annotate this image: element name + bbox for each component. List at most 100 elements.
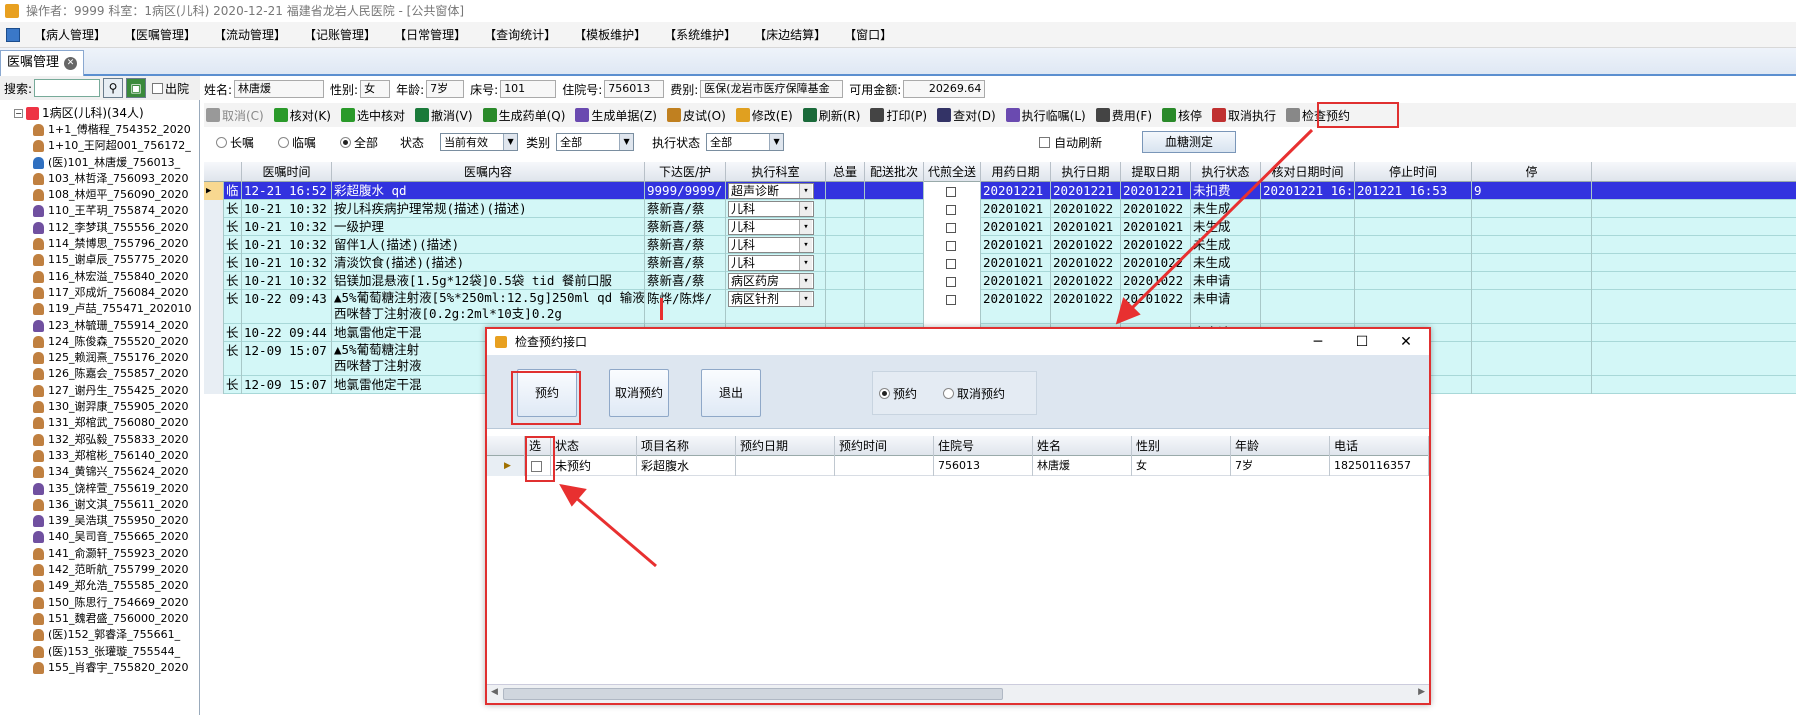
maximize-icon[interactable]: ☐ xyxy=(1353,333,1371,351)
toolbar-button[interactable]: 皮试(O) xyxy=(666,107,726,124)
temp-order-radio[interactable] xyxy=(278,136,290,148)
dept-select[interactable]: 病区针剂 xyxy=(728,291,814,307)
toolbar-button[interactable]: 修改(E) xyxy=(735,107,793,124)
column-header[interactable]: 停 xyxy=(1472,162,1592,182)
scroll-left-icon[interactable]: ◀ xyxy=(491,687,498,697)
delivery-checkbox[interactable] xyxy=(946,276,956,287)
patient-node[interactable]: 108_林烜平_756090_2020 xyxy=(0,187,200,203)
delivery-checkbox[interactable] xyxy=(946,258,956,269)
order-row[interactable]: 长10-21 10:32按儿科疾病护理常规(描述)(描述)蔡新喜/蔡儿科 2020… xyxy=(204,200,1796,218)
patient-node[interactable]: 123_林毓珊_755914_2020 xyxy=(0,318,200,334)
dept-select[interactable]: 病区药房 xyxy=(728,273,814,289)
menu-item[interactable]: 【模板维护】 xyxy=(574,26,646,43)
patient-node[interactable]: 116_林宏溢_755840_2020 xyxy=(0,269,200,285)
patient-node[interactable]: 114_禁博思_755796_2020 xyxy=(0,236,200,252)
patient-node[interactable]: 149_郑允浩_755585_2020 xyxy=(0,578,200,594)
order-row[interactable]: ▶临12-21 16:52彩超腹水 qd9999/9999/超声诊断 202012… xyxy=(204,182,1796,200)
toolbar-button[interactable]: 生成单据(Z) xyxy=(575,107,657,124)
patient-node[interactable]: 130_谢羿康_755905_2020 xyxy=(0,399,200,415)
scroll-right-icon[interactable]: ▶ xyxy=(1418,687,1425,697)
patient-node[interactable]: 1+10_王阿超001_756172_ xyxy=(0,138,200,154)
patient-node[interactable]: 126_陈嘉会_755857_2020 xyxy=(0,366,200,382)
menu-item[interactable]: 【查询统计】 xyxy=(484,26,556,43)
column-header[interactable]: 医嘱内容 xyxy=(332,162,645,182)
patient-node[interactable]: 150_陈思行_754669_2020 xyxy=(0,595,200,611)
column-header[interactable]: 代煎全送 xyxy=(924,162,981,182)
column-header[interactable]: 电话 xyxy=(1330,436,1429,456)
toolbar-button[interactable]: 刷新(R) xyxy=(802,107,860,124)
order-row[interactable]: 长10-21 10:32一级护理蔡新喜/蔡儿科20201021202010212… xyxy=(204,218,1796,236)
patient-node[interactable]: 141_俞灏轩_755923_2020 xyxy=(0,546,200,562)
order-row[interactable]: 长 10-22 09:43 ▲5%葡萄糖注射液[5%*250ml:12.5g]250… xyxy=(204,290,1796,324)
column-header[interactable]: 预约时间 xyxy=(835,436,934,456)
refresh-icon[interactable]: ▣ xyxy=(126,78,147,98)
column-header[interactable]: 执行科室 xyxy=(726,162,826,182)
status-select[interactable]: 当前有效 ▼ xyxy=(440,133,519,151)
menu-item[interactable]: 【流动管理】 xyxy=(214,26,286,43)
patient-node[interactable]: 110_王芊玥_755874_2020 xyxy=(0,203,200,219)
patient-node[interactable]: 155_肖睿宇_755820_2020 xyxy=(0,660,200,676)
menu-item[interactable]: 【记账管理】 xyxy=(304,26,376,43)
exit-button[interactable]: 退出 xyxy=(701,369,761,417)
order-row[interactable]: 长10-21 10:32留伴1人(描述)(描述)蔡新喜/蔡儿科202010212… xyxy=(204,236,1796,254)
patient-node[interactable]: 151_魏君盛_756000_2020 xyxy=(0,611,200,627)
column-header[interactable]: 总量 xyxy=(826,162,865,182)
patient-node[interactable]: 136_谢文淇_755611_2020 xyxy=(0,497,200,513)
column-header[interactable]: 姓名 xyxy=(1033,436,1132,456)
patient-node[interactable]: 131_郑棺武_756080_2020 xyxy=(0,415,200,431)
patient-node[interactable]: 103_林哲泽_756093_2020 xyxy=(0,171,200,187)
menu-item[interactable]: 【病人管理】 xyxy=(34,26,106,43)
menu-item[interactable]: 【窗口】 xyxy=(844,26,892,43)
all-order-radio[interactable] xyxy=(340,136,352,148)
cancel-booking-radio[interactable] xyxy=(943,387,955,399)
delivery-checkbox[interactable] xyxy=(946,186,956,197)
blood-glucose-button[interactable]: 血糖测定 xyxy=(1142,131,1236,153)
order-row[interactable]: 长10-21 10:32清淡饮食(描述)(描述)蔡新喜/蔡儿科202010212… xyxy=(204,254,1796,272)
patient-node[interactable]: 124_陈俊森_755520_2020 xyxy=(0,334,200,350)
column-header[interactable]: 性别 xyxy=(1132,436,1231,456)
horizontal-scrollbar[interactable]: ◀ ▶ xyxy=(487,684,1429,703)
patient-node[interactable]: 134_黄锦兴_755624_2020 xyxy=(0,464,200,480)
toolbar-button[interactable]: 费用(F) xyxy=(1095,107,1152,124)
toolbar-button[interactable]: 撤消(V) xyxy=(415,107,473,124)
menu-item[interactable]: 【医嘱管理】 xyxy=(124,26,196,43)
patient-node[interactable]: 119_卢喆_755471_202010 xyxy=(0,301,200,317)
patient-node[interactable]: 140_吴司音_755665_2020 xyxy=(0,529,200,545)
patient-node[interactable]: (医)101_林唐煖_756013_ xyxy=(0,155,200,171)
column-header[interactable]: 住院号 xyxy=(934,436,1033,456)
patient-node[interactable]: 115_谢卓辰_755775_2020 xyxy=(0,252,200,268)
toolbar-button[interactable]: 核停 xyxy=(1162,107,1202,124)
collapse-icon[interactable]: − xyxy=(14,109,23,118)
delivery-checkbox[interactable] xyxy=(946,294,956,305)
dept-select[interactable]: 超声诊断 xyxy=(728,183,814,199)
category-select[interactable]: 全部 ▼ xyxy=(556,133,635,151)
delivery-checkbox[interactable] xyxy=(946,204,956,215)
toolbar-button[interactable]: 取消执行 xyxy=(1212,107,1276,124)
column-header[interactable]: 项目名称 xyxy=(637,436,736,456)
column-header[interactable]: 配送批次 xyxy=(865,162,924,182)
toolbar-button[interactable]: 核对(K) xyxy=(273,107,331,124)
toolbar-button[interactable]: 取消(C) xyxy=(206,107,264,124)
close-icon[interactable]: ✕ xyxy=(1397,333,1415,351)
menu-item[interactable]: 【系统维护】 xyxy=(664,26,736,43)
booking-row[interactable]: ▶ 未预约 彩超腹水 756013 林唐煖女 7岁 18250116357 xyxy=(487,456,1429,476)
column-header[interactable]: 执行日期 xyxy=(1051,162,1121,182)
delivery-checkbox[interactable] xyxy=(946,240,956,251)
patient-node[interactable]: 142_范昕航_755799_2020 xyxy=(0,562,200,578)
dept-select[interactable]: 儿科 xyxy=(728,255,814,271)
dept-select[interactable]: 儿科 xyxy=(728,237,814,253)
discharge-checkbox[interactable] xyxy=(152,82,164,94)
patient-node[interactable]: 117_邓成炘_756084_2020 xyxy=(0,285,200,301)
long-order-radio[interactable] xyxy=(216,136,227,148)
search-icon[interactable]: ⚲ xyxy=(103,78,124,98)
patient-node[interactable]: (医)153_张瓘璇_755544_ xyxy=(0,644,200,660)
patient-node[interactable]: 139_吴浩琪_755950_2020 xyxy=(0,513,200,529)
book-radio[interactable] xyxy=(879,387,890,399)
auto-refresh-checkbox[interactable] xyxy=(1039,136,1051,148)
minimize-icon[interactable]: ─ xyxy=(1309,333,1327,351)
column-header[interactable]: 状态 xyxy=(551,436,637,456)
menu-item[interactable]: 【床边结算】 xyxy=(754,26,826,43)
patient-node[interactable]: (医)152_郭睿泽_755661_ xyxy=(0,627,200,643)
search-input[interactable] xyxy=(34,79,101,97)
cancel-booking-button[interactable]: 取消预约 xyxy=(609,369,669,417)
